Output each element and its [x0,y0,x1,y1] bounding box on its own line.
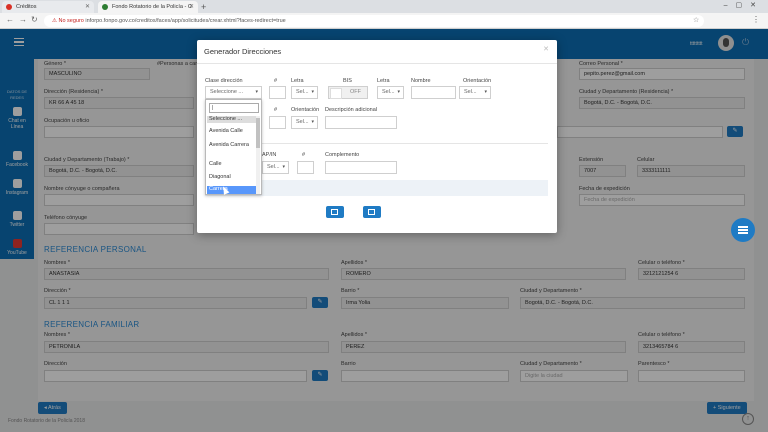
complemento-label: Complemento [325,152,360,158]
clase-direccion-select[interactable]: Seleccione ... ▾ [205,86,262,99]
url-text: inforpo.fonpo.gov.co/creditos/faces/app/… [85,18,286,24]
numero3-input[interactable] [297,161,314,174]
tab-close-icon[interactable]: ✕ [189,3,194,10]
tab-favicon-icon [6,4,12,10]
dropdown-option[interactable]: Avenida Carrera [207,142,257,149]
dropdown-option[interactable]: Diagonal [207,174,257,181]
letra2-label: Letra [377,78,390,84]
browser-tab-fondo[interactable]: Fondo Rotatorio de la Policía - C ✕ [98,1,198,13]
chevron-down-icon: ▾ [255,89,258,95]
nombre-label: Nombre [411,78,431,84]
chevron-down-icon: ▾ [484,89,487,95]
modal-divider [197,63,557,64]
orientacion2-select[interactable]: Sel... ▾ [291,116,318,129]
complemento-input[interactable] [325,161,397,174]
apin-label: AP/IN [262,152,277,158]
letra-label: Letra [291,78,304,84]
dropdown-search-input[interactable]: | [209,103,259,113]
bis-toggle[interactable]: OFF [328,86,368,99]
security-label: No seguro [58,18,84,24]
window-controls[interactable]: –▢✕ [724,1,764,9]
nombre-input[interactable] [411,86,456,99]
back-arrow-icon[interactable]: ← [6,15,14,24]
numero2-label: # [274,107,278,113]
chevron-down-icon: ▾ [311,119,314,125]
eraser-icon [331,209,338,215]
browser-menu-icon[interactable]: ⋮ [752,15,760,24]
orientacion2-label: Orientación [291,107,320,113]
dropdown-option[interactable]: Calle [207,161,257,168]
chevron-down-icon: ▾ [282,164,285,170]
address-bar: ← → ↻ ⚠ No seguro inforpo.fonpo.gov.co/c… [0,13,768,29]
chevron-down-icon: ▾ [311,89,314,95]
warning-icon: ⚠ [52,18,57,24]
clase-direccion-label: Clase dirección [205,78,243,84]
browser-tabstrip: Créditos ✕ Fondo Rotatorio de la Policía… [0,0,768,13]
tab-close-icon[interactable]: ✕ [85,3,90,10]
new-tab-button[interactable]: + [201,2,206,12]
floating-menu-button[interactable] [731,218,755,242]
chevron-down-icon: ▾ [397,89,400,95]
numero2-input[interactable] [269,116,286,129]
clear-button[interactable] [326,206,344,218]
dropdown-option[interactable]: Seleccione ... [207,116,257,123]
dropdown-option[interactable]: Avenida Calle [207,128,257,135]
dropdown-scrollbar[interactable] [256,116,260,194]
letra2-select[interactable]: Sel... ▾ [377,86,404,99]
descripcion-input[interactable] [325,116,397,129]
close-icon[interactable]: ✕ [543,45,549,53]
descripcion-label: Descripción adicional [325,107,377,113]
orientacion-select[interactable]: Sel... ▾ [459,86,491,99]
clase-direccion-dropdown: | Seleccione ... Avenida Calle Avenida C… [205,99,262,195]
numero3-label: # [302,152,306,158]
orientacion-label: Orientación [463,78,492,84]
save-button[interactable] [363,206,381,218]
letra-select[interactable]: Sel... ▾ [291,86,318,99]
dropdown-option[interactable]: Carrera [207,186,257,194]
modal-title: Generador Direcciones [204,47,282,56]
numero-input[interactable] [269,86,286,99]
numero-label: # [274,78,278,84]
url-input[interactable]: ⚠ No seguro inforpo.fonpo.gov.co/credito… [44,15,704,27]
bis-label: BIS [343,78,352,84]
bookmark-star-icon[interactable]: ☆ [693,16,699,24]
browser-tab-creditos[interactable]: Créditos ✕ [2,1,94,13]
apin-select[interactable]: Sel... ▾ [262,161,289,174]
save-icon [368,209,375,215]
forward-arrow-icon[interactable]: → [19,15,27,24]
tab-favicon-icon [102,4,108,10]
reload-icon[interactable]: ↻ [31,15,38,24]
